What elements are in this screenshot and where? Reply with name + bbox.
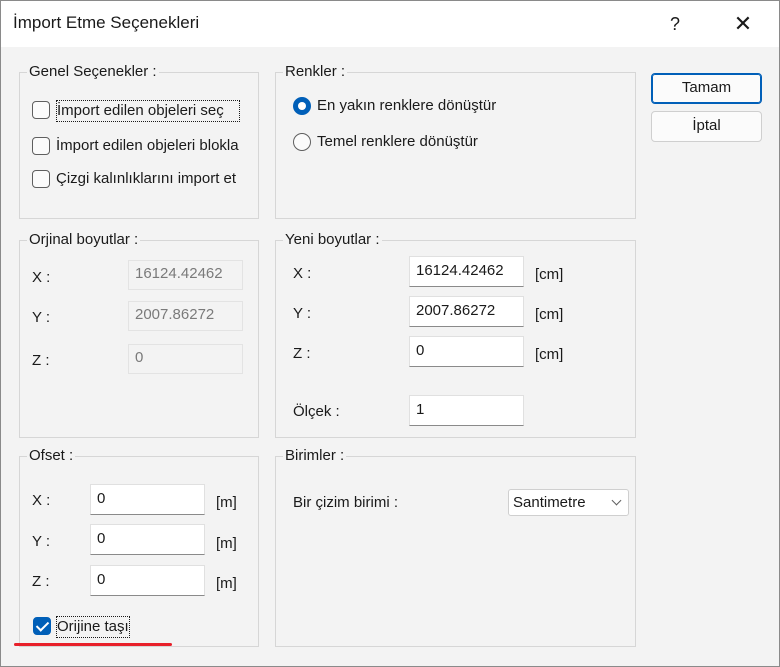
offset-y-label: Y : (32, 533, 51, 550)
select-imported-label[interactable]: İmport edilen objeleri seç (56, 100, 240, 122)
new-z-field[interactable]: 0 (409, 336, 524, 367)
offset-z-unit: [m] (216, 575, 237, 592)
nearest-colors-radio[interactable] (293, 97, 311, 115)
offset-group: Ofset : X : 0 [m] Y : 0 [m] Z : 0 [m] Or… (19, 447, 259, 647)
block-imported-checkbox[interactable] (32, 137, 50, 155)
block-imported-label[interactable]: İmport edilen objeleri blokla (56, 136, 253, 156)
offset-x-unit: [m] (216, 494, 237, 511)
colors-legend: Renkler : (283, 63, 348, 81)
units-group: Birimler : Bir çizim birimi : Santimetre (275, 447, 636, 647)
offset-z-label: Z : (32, 573, 50, 590)
new-z-unit: [cm] (535, 346, 564, 363)
drawing-unit-label: Bir çizim birimi : (293, 494, 398, 511)
new-y-label: Y : (293, 305, 312, 322)
title-bar: İmport Etme Seçenekleri ? ✕ (1, 1, 779, 47)
basic-colors-label[interactable]: Temel renklere dönüştür (317, 132, 478, 152)
colors-group: Renkler : En yakın renklere dönüştür Tem… (275, 63, 636, 219)
new-x-unit: [cm] (535, 266, 564, 283)
basic-colors-radio[interactable] (293, 133, 311, 151)
drawing-unit-select[interactable]: Santimetre (508, 489, 629, 516)
cancel-button[interactable]: İptal (651, 111, 762, 142)
new-dimensions-legend: Yeni boyutlar : (283, 231, 382, 249)
move-to-origin-label[interactable]: Orijine taşı (56, 616, 130, 638)
offset-y-unit: [m] (216, 535, 237, 552)
scale-field[interactable]: 1 (409, 395, 524, 426)
original-z-label: Z : (32, 352, 50, 369)
original-dimensions-legend: Orjinal boyutlar : (27, 231, 141, 249)
move-to-origin-checkbox[interactable] (33, 617, 51, 635)
import-lineweights-label[interactable]: Çizgi kalınlıklarını import et (56, 169, 253, 189)
offset-y-field[interactable]: 0 (90, 524, 205, 555)
general-options-group: Genel Seçenekler : İmport edilen objeler… (19, 63, 259, 219)
import-lineweights-checkbox[interactable] (32, 170, 50, 188)
original-dimensions-group: Orjinal boyutlar : X : 16124.42462 Y : 2… (19, 231, 259, 438)
original-z-field: 0 (128, 344, 243, 374)
units-legend: Birimler : (283, 447, 347, 465)
new-y-unit: [cm] (535, 306, 564, 323)
offset-z-field[interactable]: 0 (90, 565, 205, 596)
help-button[interactable]: ? (655, 9, 695, 39)
new-z-label: Z : (293, 345, 311, 362)
import-options-dialog: İmport Etme Seçenekleri ? ✕ Genel Seçene… (0, 0, 780, 667)
nearest-colors-label[interactable]: En yakın renklere dönüştür (317, 96, 496, 116)
offset-x-field[interactable]: 0 (90, 484, 205, 515)
original-y-field: 2007.86272 (128, 301, 243, 331)
select-imported-checkbox[interactable] (32, 101, 50, 119)
new-dimensions-group: Yeni boyutlar : X : 16124.42462 [cm] Y :… (275, 231, 636, 438)
original-x-field: 16124.42462 (128, 260, 243, 290)
dialog-title: İmport Etme Seçenekleri (13, 13, 200, 32)
close-button[interactable]: ✕ (723, 9, 763, 39)
original-y-label: Y : (32, 309, 51, 326)
highlight-underline (14, 643, 172, 646)
general-options-legend: Genel Seçenekler : (27, 63, 159, 81)
scale-label: Ölçek : (293, 403, 340, 420)
offset-x-label: X : (32, 492, 51, 509)
original-x-label: X : (32, 269, 51, 286)
drawing-unit-value: Santimetre (513, 494, 586, 511)
new-x-label: X : (293, 265, 312, 282)
new-y-field[interactable]: 2007.86272 (409, 296, 524, 327)
ok-button[interactable]: Tamam (651, 73, 762, 104)
offset-legend: Ofset : (27, 447, 76, 465)
chevron-down-icon (611, 495, 622, 506)
new-x-field[interactable]: 16124.42462 (409, 256, 524, 287)
